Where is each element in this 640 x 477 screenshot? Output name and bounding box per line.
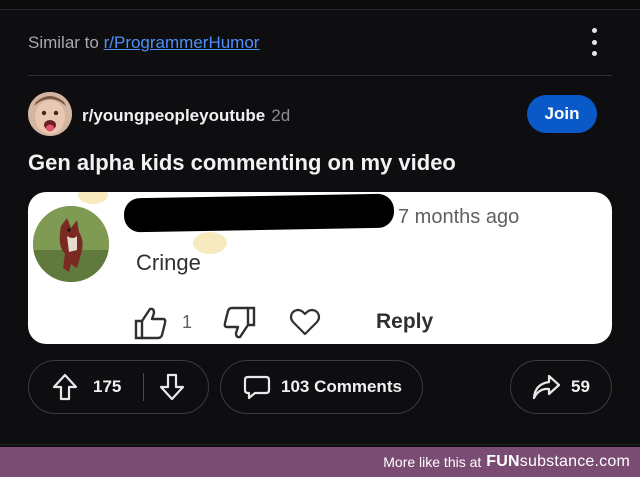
watermark-brand: FUNsubstance.com bbox=[486, 453, 630, 471]
section-divider bbox=[28, 75, 612, 76]
similar-to-line: Similar to r/ProgrammerHumor bbox=[28, 33, 259, 53]
comment-reply-label: Reply bbox=[376, 310, 434, 333]
heart-icon bbox=[289, 308, 321, 336]
more-options-icon[interactable] bbox=[588, 28, 600, 56]
vote-bar: 175 bbox=[28, 360, 209, 414]
comments-count-label: 103 Comments bbox=[281, 377, 402, 396]
subreddit-avatar[interactable] bbox=[28, 92, 72, 136]
image-smudge bbox=[78, 192, 108, 204]
comment-text: Cringe bbox=[136, 250, 201, 275]
join-button[interactable]: Join bbox=[527, 95, 597, 133]
comment-timestamp: 7 months ago bbox=[398, 206, 520, 228]
footer-separator bbox=[0, 444, 640, 445]
share-count: 59 bbox=[571, 377, 590, 396]
post-image[interactable]: 7 months ago Cringe 1 Reply bbox=[28, 192, 612, 344]
comment-like-count: 1 bbox=[182, 312, 193, 332]
redacted-username bbox=[123, 193, 395, 233]
thumbs-down-icon bbox=[223, 306, 256, 339]
share-button[interactable]: 59 bbox=[510, 360, 612, 414]
similar-subreddit-link[interactable]: r/ProgrammerHumor bbox=[104, 33, 260, 52]
top-separator bbox=[0, 0, 640, 10]
watermark-prefix: More like this at bbox=[383, 454, 482, 470]
comments-button[interactable]: 103 Comments bbox=[220, 360, 423, 414]
thumbs-up-icon bbox=[134, 307, 167, 340]
share-icon bbox=[532, 374, 561, 400]
comment-bubble-icon bbox=[243, 375, 271, 400]
post-title[interactable]: Gen alpha kids commenting on my video bbox=[28, 150, 456, 176]
post-age: 2d bbox=[271, 106, 291, 125]
commenter-avatar bbox=[33, 206, 109, 282]
subreddit-label[interactable]: r/youngpeopleyoutube bbox=[82, 106, 265, 125]
watermark-brand-bold: FUN bbox=[486, 453, 520, 470]
vote-divider bbox=[143, 373, 145, 401]
subreddit-name[interactable]: r/youngpeopleyoutube 2d bbox=[82, 106, 290, 126]
upvote-count: 175 bbox=[93, 377, 122, 396]
similar-prefix: Similar to bbox=[28, 33, 99, 52]
watermark-bar: More like this at FUNsubstance.com bbox=[0, 447, 640, 477]
watermark-brand-rest: substance.com bbox=[519, 453, 630, 470]
upvote-icon[interactable] bbox=[51, 372, 79, 402]
downvote-icon[interactable] bbox=[158, 372, 186, 402]
